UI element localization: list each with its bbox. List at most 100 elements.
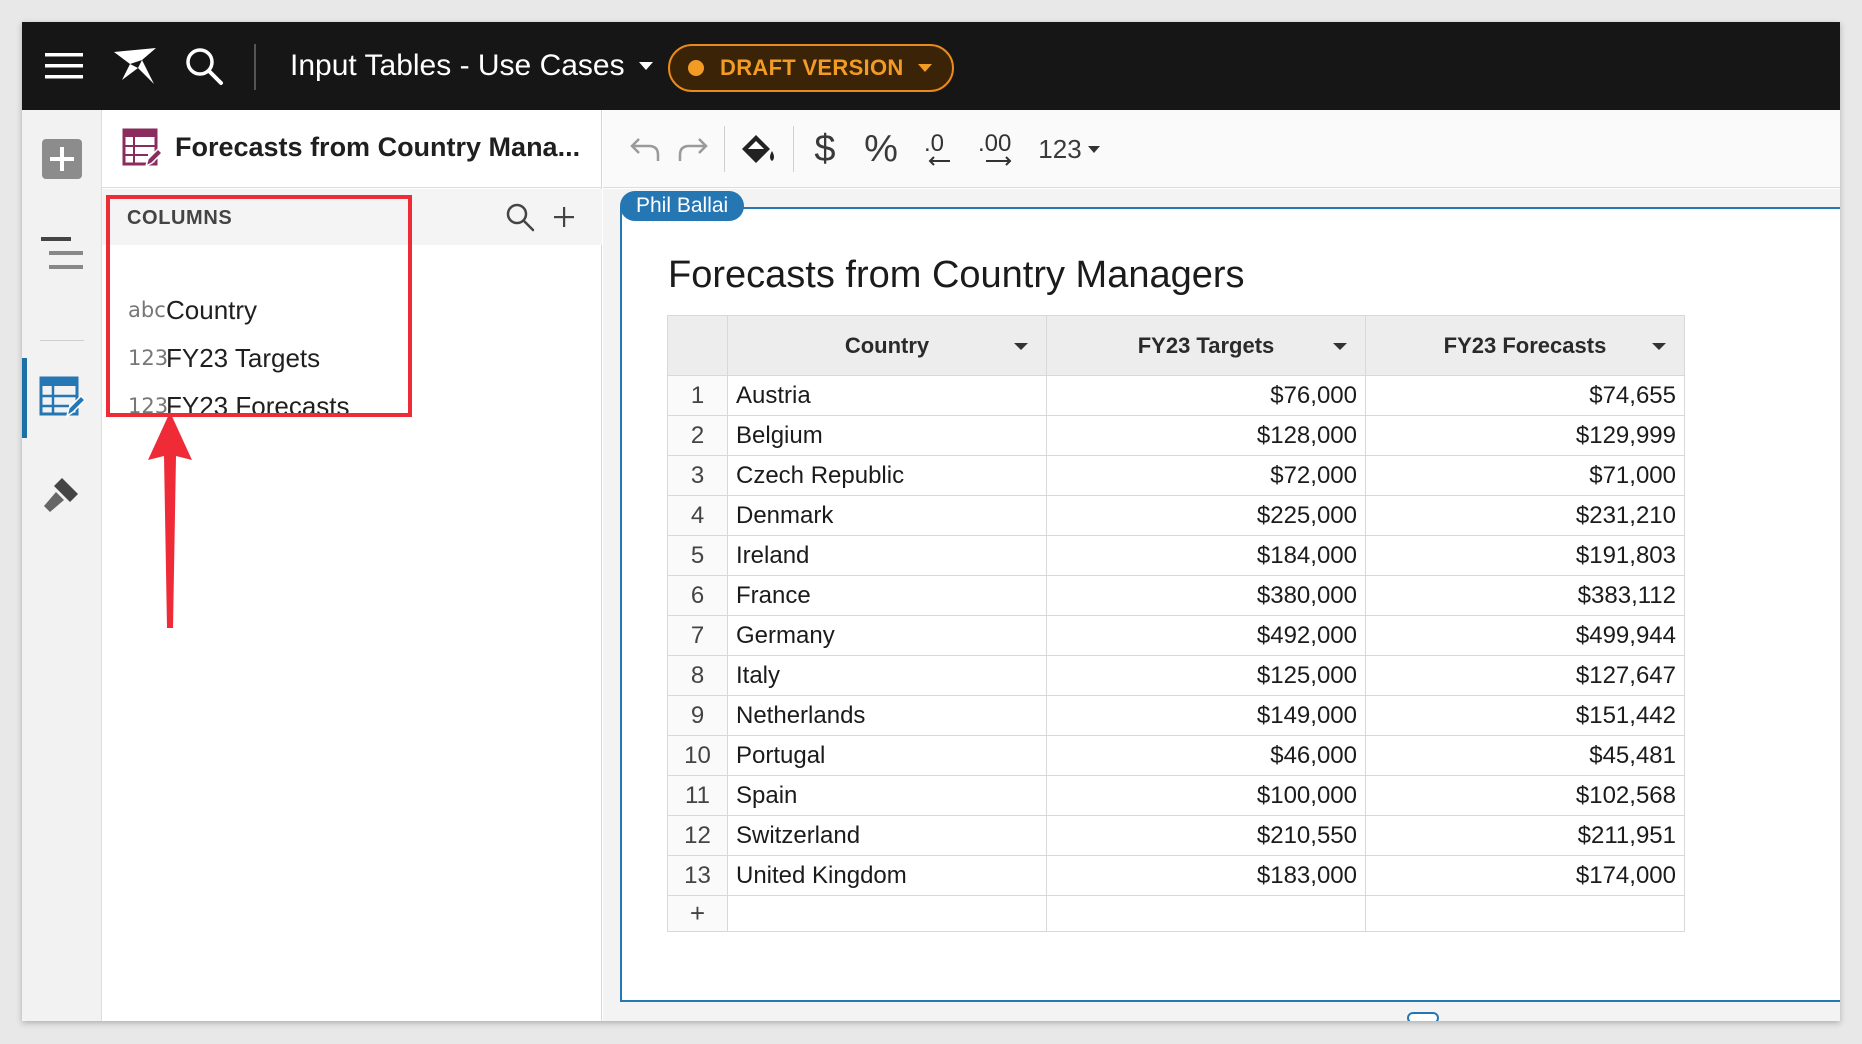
data-table: Country FY23 Targets FY23 Forecasts 1 Aus…	[667, 315, 1685, 932]
cell-country[interactable]: Switzerland	[727, 815, 1047, 856]
cell-fy23-targets[interactable]: $46,000	[1046, 735, 1366, 776]
cell-country[interactable]: Portugal	[727, 735, 1047, 776]
cell-country[interactable]: Germany	[727, 615, 1047, 656]
row-number: 6	[667, 575, 728, 616]
cell-fy23-forecasts[interactable]	[1365, 895, 1685, 932]
cell-fy23-targets[interactable]: $225,000	[1046, 495, 1366, 536]
editor-panel-button[interactable]	[22, 363, 102, 433]
chevron-down-icon[interactable]	[1333, 343, 1347, 350]
cell-fy23-forecasts[interactable]: $71,000	[1365, 455, 1685, 496]
search-columns-icon[interactable]	[500, 197, 540, 237]
cell-fy23-forecasts[interactable]: $211,951	[1365, 815, 1685, 856]
format-panel-button[interactable]	[22, 459, 102, 529]
cell-country[interactable]: Spain	[727, 775, 1047, 816]
column-name: Country	[166, 294, 258, 325]
chevron-down-icon	[917, 64, 932, 72]
currency-format-button[interactable]: $	[801, 124, 849, 174]
column-header-fy23-targets[interactable]: FY23 Targets	[1046, 315, 1366, 376]
sigma-logo-icon[interactable]	[106, 22, 166, 110]
table-row: 3 Czech Republic $72,000 $71,000	[667, 455, 1685, 496]
cell-country[interactable]: France	[727, 575, 1047, 616]
column-item-fy23-targets[interactable]: 123 FY23 Targets	[102, 335, 382, 381]
cell-fy23-forecasts[interactable]: $231,210	[1365, 495, 1685, 536]
undo-icon[interactable]	[625, 124, 665, 174]
cell-country[interactable]: Austria	[727, 375, 1047, 416]
row-number: 12	[667, 815, 728, 856]
cell-country[interactable]: Denmark	[727, 495, 1047, 536]
chevron-down-icon[interactable]	[1014, 343, 1028, 350]
column-header-label: FY23 Forecasts	[1443, 332, 1607, 358]
cell-country[interactable]: Belgium	[727, 415, 1047, 456]
column-item-country[interactable]: abc Country	[102, 287, 382, 333]
chevron-down-icon[interactable]	[1652, 343, 1666, 350]
cell-fy23-forecasts[interactable]: $45,481	[1365, 735, 1685, 776]
cell-fy23-targets[interactable]: $210,550	[1046, 815, 1366, 856]
left-rail	[22, 110, 102, 1021]
outline-button[interactable]	[22, 218, 102, 288]
cell-fy23-forecasts[interactable]: $383,112	[1365, 575, 1685, 616]
topbar-divider	[254, 44, 256, 90]
row-number: 4	[667, 495, 728, 536]
cell-fy23-targets[interactable]: $128,000	[1046, 415, 1366, 456]
draft-version-button[interactable]: DRAFT VERSION	[668, 44, 954, 92]
column-header-fy23-forecasts[interactable]: FY23 Forecasts	[1365, 315, 1685, 376]
columns-label: COLUMNS	[127, 207, 233, 229]
percent-format-button[interactable]: %	[855, 124, 907, 174]
cell-fy23-forecasts[interactable]: $74,655	[1365, 375, 1685, 416]
cell-fy23-forecasts[interactable]: $174,000	[1365, 855, 1685, 896]
cell-fy23-targets[interactable]: $184,000	[1046, 535, 1366, 576]
editor-panel: Forecasts from Country Mana... COLUMNS a…	[102, 110, 602, 1021]
cell-fy23-targets[interactable]: $125,000	[1046, 655, 1366, 696]
cell-fy23-targets[interactable]: $149,000	[1046, 695, 1366, 736]
row-number: 10	[667, 735, 728, 776]
top-bar: Input Tables - Use Cases DRAFT VERSION	[22, 22, 1840, 110]
cell-fy23-forecasts[interactable]: $151,442	[1365, 695, 1685, 736]
cell-country[interactable]: United Kingdom	[727, 855, 1047, 896]
panel-title: Forecasts from Country Mana...	[175, 132, 581, 162]
row-number-header	[667, 315, 728, 376]
add-column-icon[interactable]	[546, 197, 582, 237]
menu-icon[interactable]	[38, 22, 90, 110]
column-name: FY23 Targets	[166, 342, 321, 373]
paint-bucket-icon[interactable]	[733, 124, 783, 174]
row-number: 9	[667, 695, 728, 736]
resize-handle[interactable]	[1407, 1012, 1439, 1021]
column-header-country[interactable]: Country	[727, 315, 1047, 376]
row-number: 1	[667, 375, 728, 416]
increase-decimals-button[interactable]: .00	[969, 124, 1025, 174]
cell-fy23-forecasts[interactable]: $102,568	[1365, 775, 1685, 816]
cell-fy23-targets[interactable]: $380,000	[1046, 575, 1366, 616]
cell-fy23-targets[interactable]	[1046, 895, 1366, 932]
outline-icon	[41, 237, 83, 269]
document-title-dropdown[interactable]: Input Tables - Use Cases	[290, 22, 653, 110]
table-element[interactable]: Forecasts from Country Managers Country …	[620, 207, 1840, 1021]
cell-fy23-forecasts[interactable]: $129,999	[1365, 415, 1685, 456]
table-row: 8 Italy $125,000 $127,647	[667, 655, 1685, 696]
column-header-label: Country	[844, 332, 930, 358]
column-item-fy23-forecasts[interactable]: 123 FY23 Forecasts	[102, 383, 382, 429]
toolbar-divider	[793, 126, 794, 172]
cell-fy23-forecasts[interactable]: $127,647	[1365, 655, 1685, 696]
cell-country[interactable]: Netherlands	[727, 695, 1047, 736]
cell-fy23-targets[interactable]: $100,000	[1046, 775, 1366, 816]
cell-country[interactable]	[727, 895, 1047, 932]
cell-fy23-targets[interactable]: $76,000	[1046, 375, 1366, 416]
cell-fy23-targets[interactable]: $72,000	[1046, 455, 1366, 496]
cell-fy23-forecasts[interactable]: $191,803	[1365, 535, 1685, 576]
decrease-decimals-button[interactable]: .0	[913, 124, 963, 174]
number-format-label: 123	[1038, 133, 1082, 164]
cell-country[interactable]: Italy	[727, 655, 1047, 696]
add-row-button[interactable]: +	[667, 895, 728, 932]
number-format-dropdown[interactable]: 123	[1031, 124, 1107, 174]
cell-fy23-forecasts[interactable]: $499,944	[1365, 615, 1685, 656]
redo-icon[interactable]	[673, 124, 713, 174]
add-element-button[interactable]	[22, 124, 102, 194]
cell-country[interactable]: Czech Republic	[727, 455, 1047, 496]
row-number: 8	[667, 655, 728, 696]
text-type-label: abc	[128, 298, 166, 322]
search-icon[interactable]	[174, 22, 234, 110]
cell-country[interactable]: Ireland	[727, 535, 1047, 576]
cell-fy23-targets[interactable]: $492,000	[1046, 615, 1366, 656]
table-row: 5 Ireland $184,000 $191,803	[667, 535, 1685, 576]
cell-fy23-targets[interactable]: $183,000	[1046, 855, 1366, 896]
